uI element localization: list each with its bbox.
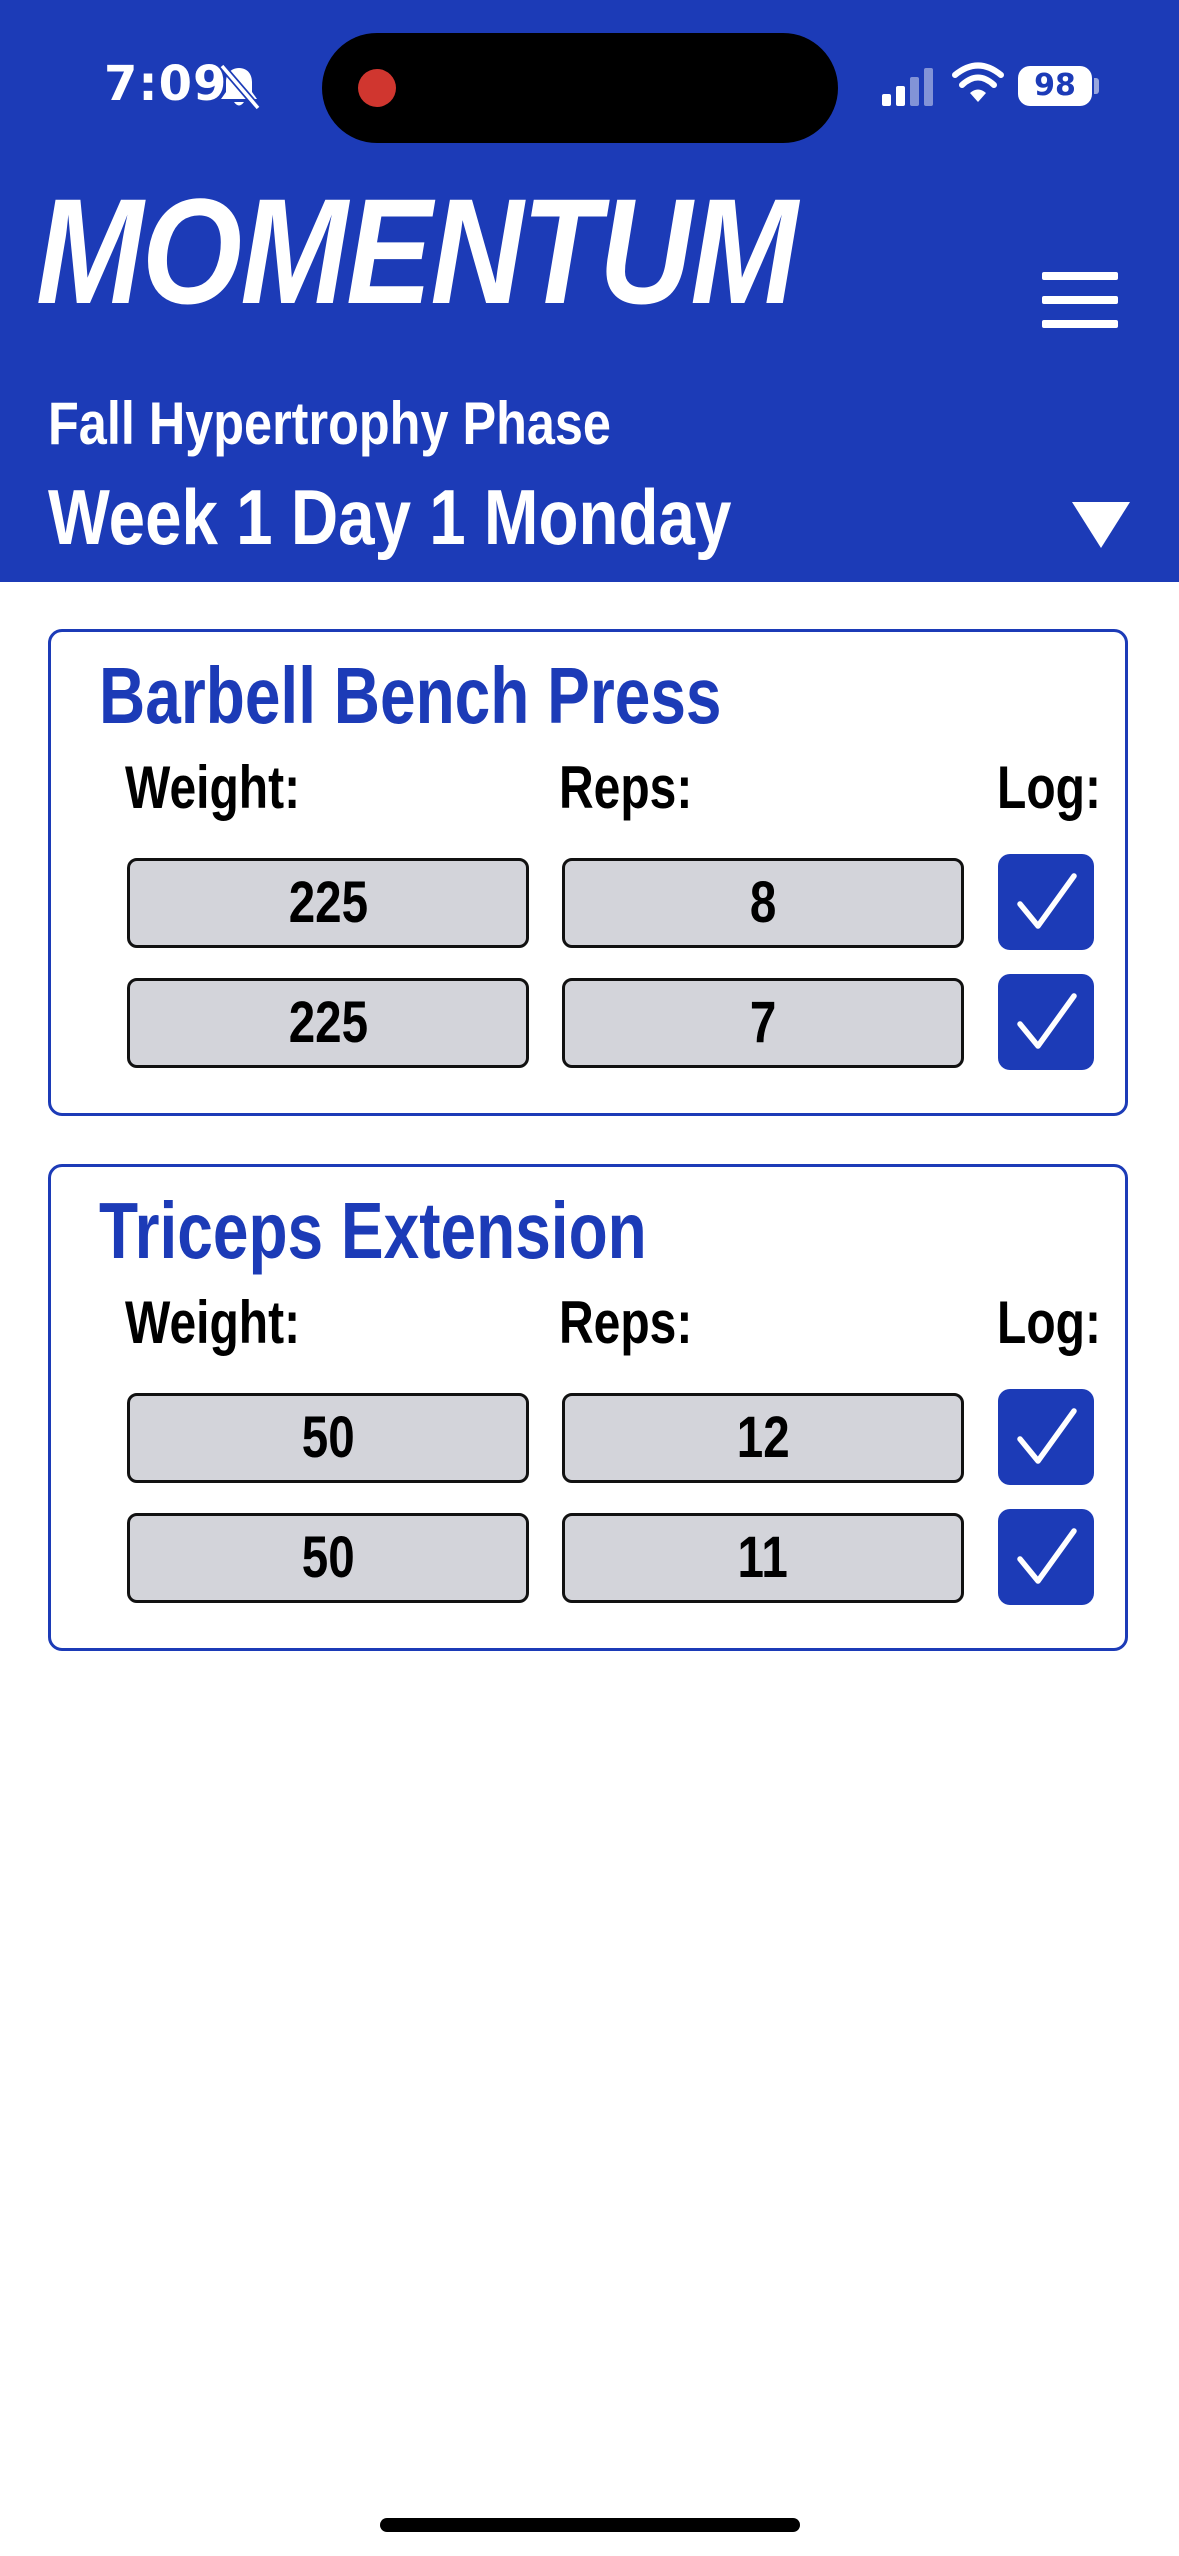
weight-input[interactable]: 50 xyxy=(127,1513,529,1603)
checkmark-icon xyxy=(1017,873,1077,929)
app-header: 7:09 98 MOMENTUM Fall Hypertrophy Phase … xyxy=(0,0,1179,582)
reps-value: 12 xyxy=(736,1405,790,1470)
day-selector-label[interactable]: Week 1 Day 1 Monday xyxy=(48,478,731,556)
app-title: MOMENTUM xyxy=(36,167,798,335)
weight-input[interactable]: 225 xyxy=(127,978,529,1068)
battery-tip xyxy=(1094,78,1099,94)
reps-input[interactable]: 11 xyxy=(562,1513,964,1603)
reps-column-label: Reps: xyxy=(559,1289,693,1356)
status-bar: 7:09 98 xyxy=(0,0,1179,150)
log-column-label: Log: xyxy=(997,754,1101,821)
reps-input[interactable]: 8 xyxy=(562,858,964,948)
exercise-card: Barbell Bench Press Weight: Reps: Log: 2… xyxy=(48,629,1128,1116)
log-column-label: Log: xyxy=(997,1289,1101,1356)
checkmark-icon xyxy=(1017,1408,1077,1464)
reps-column-label: Reps: xyxy=(559,754,693,821)
weight-column-label: Weight: xyxy=(125,1289,301,1356)
recording-indicator xyxy=(358,69,396,107)
exercise-card: Triceps Extension Weight: Reps: Log: 50 … xyxy=(48,1164,1128,1651)
phase-label: Fall Hypertrophy Phase xyxy=(48,390,611,457)
checkmark-icon xyxy=(1017,993,1077,1049)
home-indicator[interactable] xyxy=(380,2518,800,2532)
log-checkbox[interactable] xyxy=(998,854,1094,950)
exercise-name: Triceps Extension xyxy=(99,1186,647,1275)
reps-input[interactable]: 7 xyxy=(562,978,964,1068)
signal-icon xyxy=(882,68,933,106)
reps-value: 11 xyxy=(737,1525,789,1590)
reps-value: 8 xyxy=(749,870,777,935)
weight-input[interactable]: 50 xyxy=(127,1393,529,1483)
wifi-icon xyxy=(952,62,1004,102)
log-checkbox[interactable] xyxy=(998,1509,1094,1605)
status-time: 7:09 xyxy=(104,56,228,112)
log-checkbox[interactable] xyxy=(998,1389,1094,1485)
log-checkbox[interactable] xyxy=(998,974,1094,1070)
weight-value: 225 xyxy=(288,870,368,935)
weight-value: 225 xyxy=(288,990,368,1055)
weight-input[interactable]: 225 xyxy=(127,858,529,948)
dynamic-island xyxy=(322,33,838,143)
weight-value: 50 xyxy=(301,1525,355,1590)
triangle-down-icon[interactable] xyxy=(1072,502,1130,548)
weight-column-label: Weight: xyxy=(125,754,301,821)
hamburger-menu-icon[interactable] xyxy=(1042,272,1118,328)
weight-value: 50 xyxy=(301,1405,355,1470)
reps-input[interactable]: 12 xyxy=(562,1393,964,1483)
reps-value: 7 xyxy=(749,990,777,1055)
bell-slash-icon xyxy=(219,63,261,111)
battery-icon: 98 xyxy=(1018,66,1092,106)
checkmark-icon xyxy=(1017,1528,1077,1584)
exercise-name: Barbell Bench Press xyxy=(99,651,722,740)
